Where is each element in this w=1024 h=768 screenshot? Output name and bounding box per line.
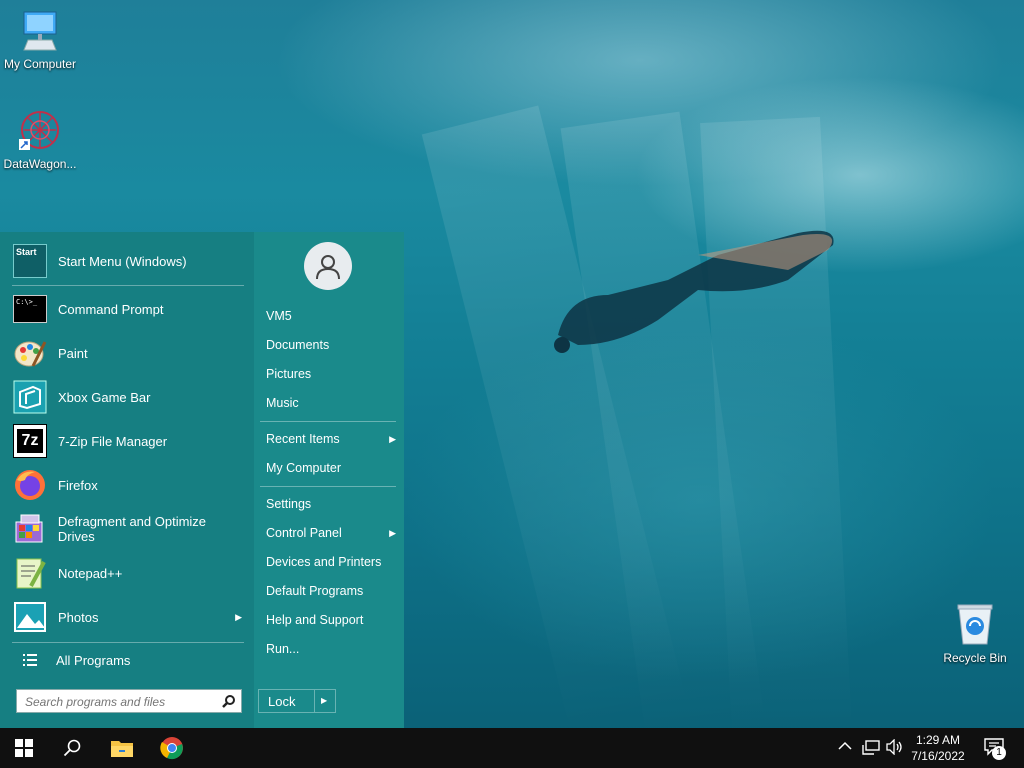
- start-menu-icon: Start: [12, 243, 48, 279]
- program-start-menu-windows[interactable]: Start Start Menu (Windows): [12, 241, 246, 281]
- all-programs-button[interactable]: All Programs: [12, 646, 246, 674]
- clock-date: 7/16/2022: [911, 749, 965, 763]
- separator: [260, 421, 396, 422]
- lock-options-arrow-icon[interactable]: ▶: [321, 696, 327, 705]
- menu-item-recent-items[interactable]: Recent Items ▶: [266, 429, 396, 449]
- user-icon: [316, 255, 340, 280]
- search-icon: [63, 739, 81, 757]
- program-firefox[interactable]: Firefox: [12, 465, 246, 505]
- windows-logo-icon: [15, 739, 33, 757]
- show-hidden-icons-chevron-icon[interactable]: [838, 740, 852, 754]
- submenu-arrow-icon: ▶: [235, 611, 242, 622]
- menu-item-music[interactable]: Music: [266, 393, 396, 413]
- program-command-prompt[interactable]: C:\>_ Command Prompt: [12, 289, 246, 329]
- menu-item-settings[interactable]: Settings: [266, 494, 396, 514]
- user-avatar[interactable]: [304, 242, 352, 290]
- photos-icon: [12, 599, 48, 635]
- list-icon: [12, 653, 48, 667]
- program-defragment[interactable]: Defragment and Optimize Drives: [12, 509, 246, 549]
- separator: [260, 486, 396, 487]
- taskbar: 1:29 AM 7/16/2022 1: [0, 728, 1024, 768]
- command-prompt-icon: C:\>_: [12, 291, 48, 327]
- diver-silhouette: [554, 230, 834, 353]
- start-menu: Start Start Menu (Windows) C:\>_ Command…: [0, 232, 404, 728]
- program-notepadpp[interactable]: Notepad++: [12, 553, 246, 593]
- start-menu-left-pane: Start Start Menu (Windows) C:\>_ Command…: [0, 232, 254, 728]
- notification-badge: 1: [992, 746, 1006, 760]
- folder-icon: [111, 741, 133, 757]
- firefox-icon: [12, 467, 48, 503]
- recycle-bin-icon: [957, 604, 993, 645]
- start-menu-right-pane: VM5 Documents Pictures Music Recent Item…: [254, 232, 404, 728]
- separator: [12, 642, 244, 643]
- network-icon[interactable]: [862, 740, 880, 761]
- search-box[interactable]: [16, 689, 242, 713]
- 7zip-icon: 7z: [12, 423, 48, 459]
- clock-time: 1:29 AM: [915, 733, 961, 747]
- datawagon-icon: [19, 111, 59, 150]
- menu-item-control-panel[interactable]: Control Panel ▶: [266, 523, 396, 543]
- program-paint[interactable]: Paint: [12, 333, 246, 373]
- search-input[interactable]: [23, 691, 222, 713]
- submenu-arrow-icon: ▶: [389, 434, 396, 444]
- desktop-icon-recycle-bin[interactable]: Recycle Bin: [935, 602, 1015, 665]
- chrome-button[interactable]: [148, 728, 196, 768]
- menu-item-help-and-support[interactable]: Help and Support: [266, 610, 396, 630]
- menu-item-pictures[interactable]: Pictures: [266, 364, 396, 384]
- menu-item-devices-and-printers[interactable]: Devices and Printers: [266, 552, 396, 572]
- menu-item-my-computer[interactable]: My Computer: [266, 458, 396, 478]
- xbox-game-bar-icon: [12, 379, 48, 415]
- volume-icon[interactable]: [886, 738, 904, 760]
- paint-icon: [12, 335, 48, 371]
- program-7zip[interactable]: 7z 7-Zip File Manager: [12, 421, 246, 461]
- submenu-arrow-icon: ▶: [389, 528, 396, 538]
- separator: [314, 690, 315, 712]
- notepadpp-icon: [12, 555, 48, 591]
- file-explorer-button[interactable]: [98, 728, 146, 768]
- taskbar-search-button[interactable]: [48, 728, 96, 768]
- program-photos[interactable]: Photos ▶: [12, 597, 246, 637]
- desktop-icon-my-computer[interactable]: My Computer: [0, 10, 80, 71]
- clock[interactable]: 1:29 AM 7/16/2022: [906, 732, 970, 764]
- desktop-icon-datawagon[interactable]: DataWagon...: [0, 108, 80, 171]
- start-button[interactable]: [0, 728, 48, 768]
- computer-icon: [23, 11, 57, 51]
- menu-item-run[interactable]: Run...: [266, 639, 396, 659]
- menu-item-default-programs[interactable]: Default Programs: [266, 581, 396, 601]
- action-center-button[interactable]: 1: [984, 738, 1006, 761]
- search-icon[interactable]: [222, 695, 235, 708]
- menu-item-vm5[interactable]: VM5: [266, 306, 396, 326]
- program-xbox-game-bar[interactable]: Xbox Game Bar: [12, 377, 246, 417]
- defrag-icon: [12, 511, 48, 547]
- separator: [12, 285, 244, 286]
- chrome-icon: [160, 737, 183, 760]
- lock-button[interactable]: Lock ▶: [258, 689, 336, 713]
- menu-item-documents[interactable]: Documents: [266, 335, 396, 355]
